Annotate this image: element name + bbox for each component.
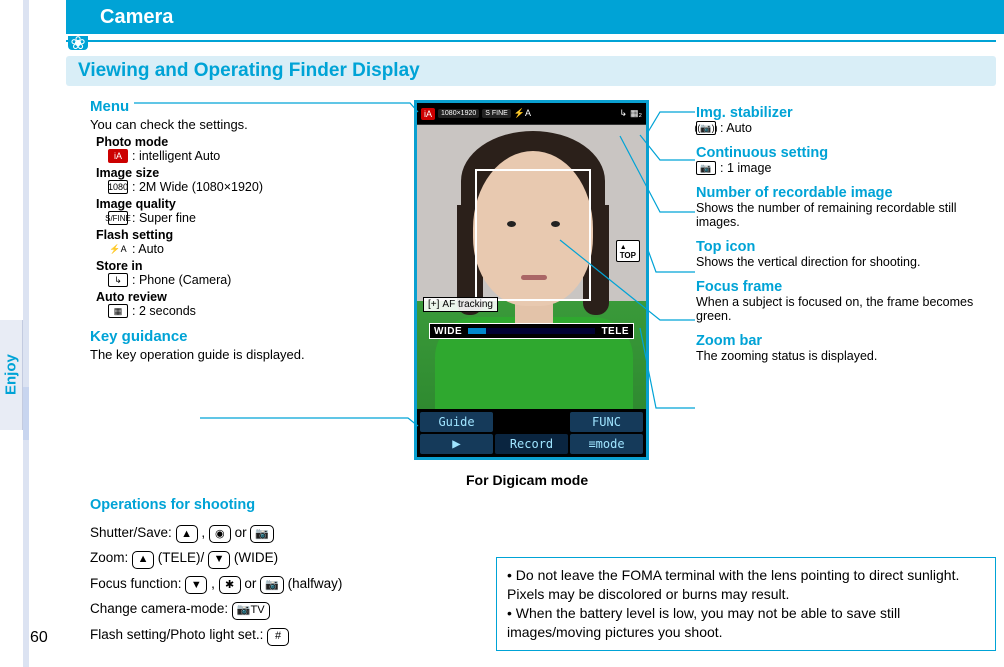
menu-desc: You can check the settings. [90, 117, 400, 132]
zoom-track [468, 328, 595, 334]
size-icon: 1080 [108, 180, 128, 194]
section-title: Viewing and Operating Finder Display [78, 60, 420, 82]
flower-icon: ❀ [68, 36, 88, 50]
menu-item-label: Image quality [96, 197, 400, 211]
menu-item-value: 1080 : 2M Wide (1080×1920) [108, 180, 400, 194]
recordable-desc: Shows the number of remaining recordable… [696, 201, 996, 229]
caution-item: • Do not leave the FOMA terminal with th… [507, 566, 985, 604]
ops-zoom-line: Zoom: ▲ (TELE)/ ▼ (WIDE) [90, 545, 440, 571]
zoom-bar-title: Zoom bar [696, 333, 996, 349]
center-key-icon: ◉ [209, 525, 231, 543]
up-key-icon: ▲ [176, 525, 198, 543]
finder-display: iA 1080×1920 S FINE ⚡A ↳ ▦₂ 300 📷 ((📷)) … [414, 100, 649, 460]
zoom-tele-label: TELE [597, 326, 633, 337]
zoom-bar-desc: The zooming status is displayed. [696, 349, 996, 363]
side-strip [23, 0, 29, 667]
finder-caption: For Digicam mode [466, 472, 588, 488]
menu-item-value: ↳ : Phone (Camera) [108, 273, 400, 287]
stabilizer-icon: ((📷)) [696, 121, 716, 135]
star-key-icon: ✱ [219, 576, 241, 594]
caution-item: • When the battery level is low, you may… [507, 604, 985, 642]
zoom-bar: WIDE TELE [429, 323, 634, 339]
zoom-wide-label: WIDE [430, 326, 466, 337]
menu-item-label: Store in [96, 259, 400, 273]
menu-title: Menu [90, 98, 400, 115]
key-guidance-title: Key guidance [90, 328, 400, 345]
status-mode-icon: iA [421, 108, 435, 120]
continuous-value: 📷 : 1 image [696, 161, 996, 175]
flash-icon: ⚡A [108, 242, 128, 256]
finder-status-bar: iA 1080×1920 S FINE ⚡A ↳ ▦₂ [417, 103, 646, 125]
stabilizer-title: Img. stabilizer [696, 105, 996, 121]
ia-icon: iA [108, 149, 128, 163]
key-guidance-desc: The key operation guide is displayed. [90, 347, 400, 362]
status-store-icon: ↳ [619, 108, 627, 119]
top-icon-desc: Shows the vertical direction for shootin… [696, 255, 996, 269]
finder-softkeys: Guide FUNC ▶ Record ≡mode [417, 409, 646, 457]
menu-item-value: iA : intelligent Auto [108, 149, 400, 163]
softkey-record[interactable]: Record [495, 434, 568, 454]
finder-photo-area: ▲TOP [+]AF tracking WIDE TELE [417, 125, 646, 409]
focus-frame-title: Focus frame [696, 279, 996, 295]
status-size: 1080×1920 [438, 109, 479, 118]
store-icon: ↳ [108, 273, 128, 287]
ops-mode-line: Change camera-mode: 📷TV [90, 596, 440, 622]
left-column: Menu You can check the settings. Photo m… [90, 96, 400, 364]
ops-shutter-line: Shutter/Save: ▲ , ◉ or 📷 [90, 520, 440, 546]
chapter-underline [66, 40, 996, 42]
continuous-title: Continuous setting [696, 145, 996, 161]
softkey-play[interactable]: ▶ [420, 434, 493, 454]
status-flash-icon: ⚡A [514, 108, 531, 119]
menu-item-value: ⚡A : Auto [108, 242, 400, 256]
menu-item-value: ▦ : 2 seconds [108, 304, 400, 318]
status-quality: S FINE [482, 109, 511, 118]
focus-frame-overlay [475, 169, 591, 301]
recordable-title: Number of recordable image [696, 185, 996, 201]
chapter-title: Camera [100, 6, 173, 29]
status-review-icon: ▦₂ [630, 108, 642, 119]
side-tab-label: Enjoy [0, 320, 22, 430]
side-tab: Enjoy [0, 320, 23, 430]
tv-key-icon: 📷TV [232, 602, 270, 620]
down-key-icon: ▼ [208, 551, 230, 569]
menu-item-label: Image size [96, 166, 400, 180]
menu-item-label: Auto review [96, 290, 400, 304]
camera-icon: 📷 [696, 161, 716, 175]
review-icon: ▦ [108, 304, 128, 318]
ops-focus-line: Focus function: ▼ , ✱ or 📷 (halfway) [90, 571, 440, 597]
softkey-mode[interactable]: ≡mode [570, 434, 643, 454]
camera-key-icon: 📷 [260, 576, 284, 594]
chapter-bar: Camera [66, 0, 1004, 34]
section-bar: Viewing and Operating Finder Display [66, 56, 996, 86]
caution-box: • Do not leave the FOMA terminal with th… [496, 557, 996, 651]
top-badge: ▲TOP [616, 240, 640, 262]
quality-icon: S/FINE [108, 211, 128, 225]
camera-key-icon: 📷 [250, 525, 274, 543]
ops-flash-line: Flash setting/Photo light set.: # [90, 622, 440, 648]
focus-frame-desc: When a subject is focused on, the frame … [696, 295, 996, 323]
softkey-guide[interactable]: Guide [420, 412, 493, 432]
menu-item-label: Flash setting [96, 228, 400, 242]
softkey-func[interactable]: FUNC [570, 412, 643, 432]
up-key-icon: ▲ [132, 551, 154, 569]
stabilizer-value: ((📷)) : Auto [696, 121, 996, 135]
operations-block: Operations for shooting Shutter/Save: ▲ … [90, 492, 440, 648]
hash-key-icon: # [267, 628, 289, 646]
top-icon-title: Top icon [696, 239, 996, 255]
operations-title: Operations for shooting [90, 492, 440, 520]
page-number: 60 [30, 629, 48, 647]
menu-item-label: Photo mode [96, 135, 400, 149]
menu-item-value: S/FINE : Super fine [108, 211, 400, 225]
down-key-icon: ▼ [185, 576, 207, 594]
af-tracking-badge: [+]AF tracking [423, 297, 498, 312]
right-column: Img. stabilizer ((📷)) : Auto Continuous … [696, 105, 996, 373]
